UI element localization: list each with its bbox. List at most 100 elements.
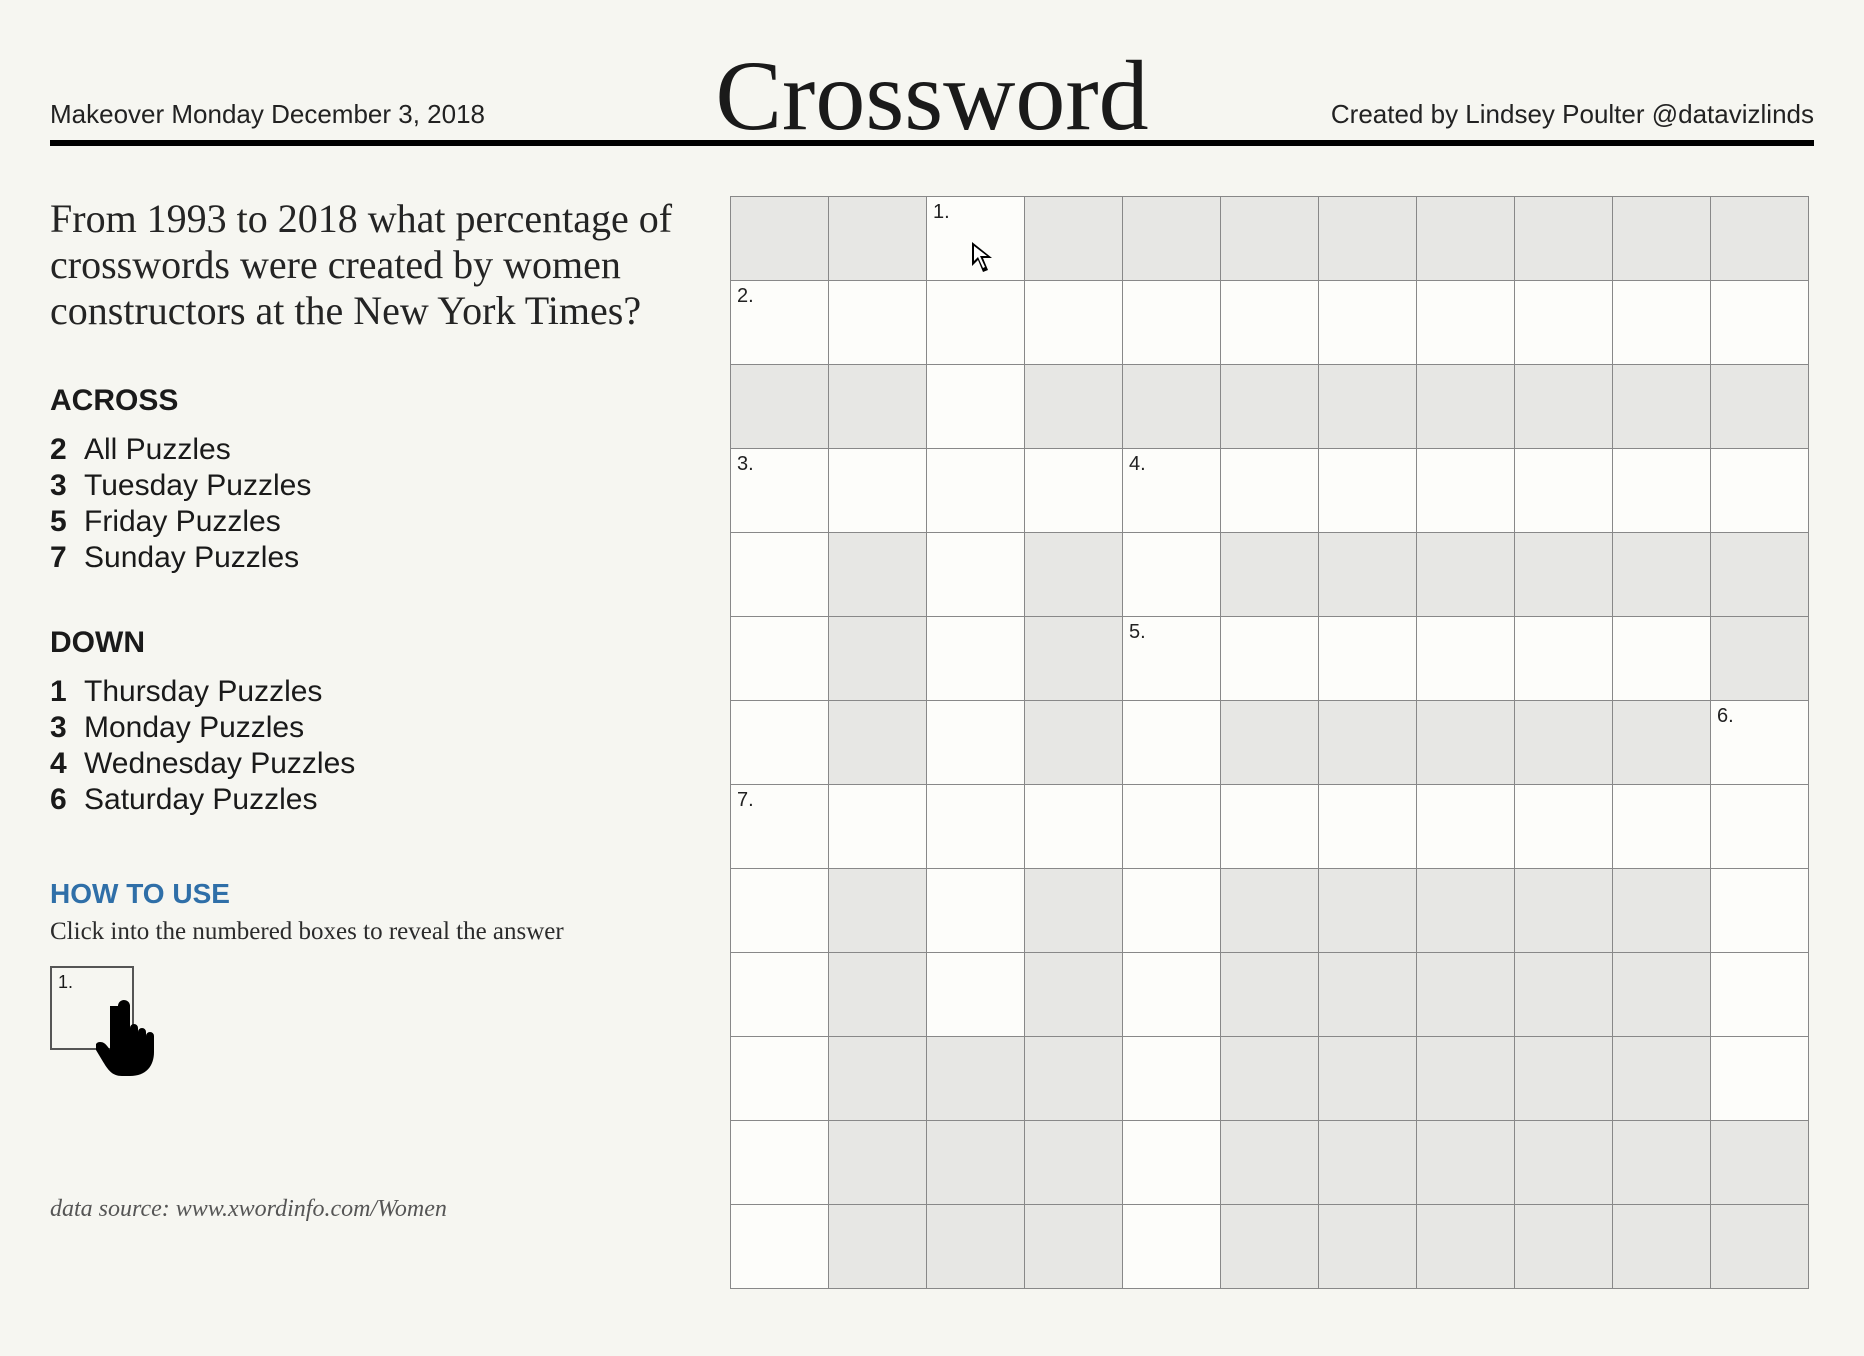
grid-cell[interactable] (1123, 785, 1221, 869)
grid-cell[interactable] (1515, 785, 1613, 869)
grid-cell (1025, 617, 1123, 701)
grid-cell[interactable]: 5. (1123, 617, 1221, 701)
clue-row[interactable]: 3Tuesday Puzzles (50, 468, 700, 504)
grid-cell[interactable] (1319, 617, 1417, 701)
grid-cell[interactable] (1221, 449, 1319, 533)
grid-cell[interactable] (1123, 281, 1221, 365)
grid-cell[interactable] (1417, 281, 1515, 365)
clue-row[interactable]: 1Thursday Puzzles (50, 674, 700, 710)
cell-number: 4. (1129, 453, 1146, 476)
grid-cell[interactable] (1319, 281, 1417, 365)
grid-cell[interactable] (1221, 617, 1319, 701)
grid-cell[interactable] (1613, 449, 1711, 533)
grid-cell (1613, 1121, 1711, 1205)
grid-cell[interactable] (731, 701, 829, 785)
grid-cell[interactable] (927, 869, 1025, 953)
grid-cell[interactable] (927, 785, 1025, 869)
clue-row[interactable]: 2All Puzzles (50, 432, 700, 468)
clue-number: 3 (50, 468, 70, 504)
grid-cell[interactable] (1711, 281, 1809, 365)
cell-number: 7. (737, 789, 754, 812)
grid-cell (1417, 365, 1515, 449)
grid-cell[interactable] (1025, 785, 1123, 869)
grid-cell[interactable] (1515, 281, 1613, 365)
grid-cell[interactable] (1417, 785, 1515, 869)
grid-cell (1515, 1121, 1613, 1205)
grid-cell[interactable] (1515, 449, 1613, 533)
grid-cell[interactable] (1025, 281, 1123, 365)
grid-cell[interactable] (927, 281, 1025, 365)
grid-cell[interactable] (1123, 1205, 1221, 1289)
grid-cell[interactable]: 3. (731, 449, 829, 533)
grid-cell (1025, 1121, 1123, 1205)
grid-cell[interactable] (731, 953, 829, 1037)
grid-cell[interactable] (1319, 785, 1417, 869)
clue-row[interactable]: 7Sunday Puzzles (50, 540, 700, 576)
grid-cell[interactable] (829, 785, 927, 869)
grid-cell[interactable]: 6. (1711, 701, 1809, 785)
grid-cell (1711, 1121, 1809, 1205)
grid-cell[interactable] (927, 449, 1025, 533)
grid-cell[interactable]: 1. (927, 197, 1025, 281)
grid-cell[interactable] (1123, 1121, 1221, 1205)
grid-cell[interactable] (1515, 617, 1613, 701)
grid-cell[interactable] (1123, 533, 1221, 617)
clue-text: All Puzzles (84, 432, 231, 468)
grid-cell[interactable] (731, 869, 829, 953)
cell-number: 6. (1717, 705, 1734, 728)
grid-cell[interactable] (1319, 449, 1417, 533)
grid-cell[interactable] (829, 281, 927, 365)
grid-cell (829, 953, 927, 1037)
grid-cell[interactable] (1613, 617, 1711, 701)
grid-cell (1319, 1037, 1417, 1121)
grid-cell[interactable] (927, 701, 1025, 785)
grid-cell[interactable] (1711, 1037, 1809, 1121)
clue-text: Wednesday Puzzles (84, 746, 355, 782)
grid-cell[interactable] (927, 533, 1025, 617)
grid-cell[interactable] (1123, 953, 1221, 1037)
grid-cell[interactable]: 7. (731, 785, 829, 869)
grid-cell[interactable] (731, 1037, 829, 1121)
clue-number: 1 (50, 674, 70, 710)
grid-cell (1515, 533, 1613, 617)
grid-cell[interactable] (927, 953, 1025, 1037)
grid-cell[interactable] (731, 1121, 829, 1205)
clue-row[interactable]: 4Wednesday Puzzles (50, 746, 700, 782)
grid-cell[interactable] (1613, 785, 1711, 869)
grid-cell (829, 617, 927, 701)
grid-cell[interactable] (731, 1205, 829, 1289)
grid-cell[interactable]: 4. (1123, 449, 1221, 533)
grid-cell[interactable] (1221, 785, 1319, 869)
grid-cell (1025, 701, 1123, 785)
grid-cell[interactable]: 2. (731, 281, 829, 365)
grid-cell[interactable] (927, 365, 1025, 449)
grid-cell[interactable] (1221, 281, 1319, 365)
clue-row[interactable]: 6Saturday Puzzles (50, 782, 700, 818)
grid-cell (1417, 953, 1515, 1037)
grid-cell (1417, 1121, 1515, 1205)
grid-cell[interactable] (1123, 1037, 1221, 1121)
grid-cell[interactable] (829, 449, 927, 533)
across-heading: ACROSS (50, 384, 700, 418)
grid-cell (829, 533, 927, 617)
grid-cell[interactable] (1123, 869, 1221, 953)
grid-cell[interactable] (927, 617, 1025, 701)
clue-number: 7 (50, 540, 70, 576)
grid-cell (1417, 1205, 1515, 1289)
clue-row[interactable]: 3Monday Puzzles (50, 710, 700, 746)
grid-cell (1613, 1037, 1711, 1121)
grid-cell (1025, 197, 1123, 281)
grid-cell[interactable] (1417, 449, 1515, 533)
grid-cell[interactable] (1711, 785, 1809, 869)
grid-cell[interactable] (1711, 449, 1809, 533)
grid-cell[interactable] (1417, 617, 1515, 701)
grid-cell[interactable] (1613, 281, 1711, 365)
clue-row[interactable]: 5Friday Puzzles (50, 504, 700, 540)
grid-cell[interactable] (731, 533, 829, 617)
grid-cell[interactable] (1711, 869, 1809, 953)
grid-cell (829, 365, 927, 449)
grid-cell[interactable] (1711, 953, 1809, 1037)
grid-cell[interactable] (1025, 449, 1123, 533)
grid-cell[interactable] (731, 617, 829, 701)
grid-cell[interactable] (1123, 701, 1221, 785)
